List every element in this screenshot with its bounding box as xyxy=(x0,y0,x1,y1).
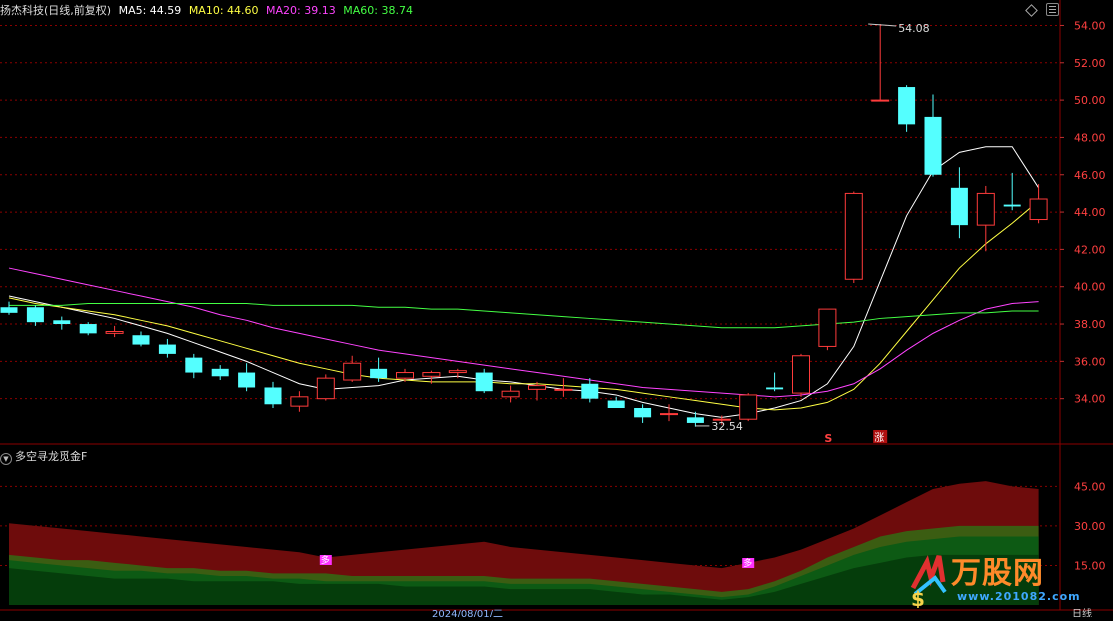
logo-url: www.201082.com xyxy=(957,590,1081,603)
menu-icon[interactable] xyxy=(1046,3,1059,16)
candle-body-up xyxy=(343,362,362,381)
ma5-label: MA5: 44.59 xyxy=(118,4,182,17)
ma20-label: MA20: 39.13 xyxy=(266,4,336,17)
candle-body-down xyxy=(581,383,599,399)
price-tick-label: 38.00 xyxy=(1074,318,1106,331)
candle-body-up xyxy=(871,99,890,102)
ma60-label: MA60: 38.74 xyxy=(343,4,413,17)
signal-zhang-marker: 涨 xyxy=(874,432,884,444)
price-tick-label: 54.00 xyxy=(1074,19,1106,32)
price-tick-label: 42.00 xyxy=(1074,243,1106,256)
candle-body-up xyxy=(660,413,678,416)
indicator-badge: 多 xyxy=(743,557,752,569)
candle-body-up xyxy=(501,390,520,398)
chart-stage[interactable]: 54.00 52.00 50.00 48.00 46.00 44.00 42.00 40.00… xyxy=(0,0,1113,620)
price-tick-label: 46.00 xyxy=(1074,169,1106,182)
candle-body-up xyxy=(844,192,863,280)
candle-body-up xyxy=(739,394,758,420)
footer-date: 2024/08/01/二 xyxy=(432,609,503,617)
candle-body-up xyxy=(1029,198,1048,221)
candle-body-up xyxy=(818,308,837,347)
candle-body-down xyxy=(0,307,18,313)
candle-body-up xyxy=(554,388,573,391)
ma10-label: MA10: 44.60 xyxy=(188,4,259,17)
high-label: 54.08 xyxy=(898,22,930,35)
candle-body-down xyxy=(898,87,916,125)
candle-body-down xyxy=(211,368,229,377)
candle-body-up xyxy=(105,331,124,334)
footer-period: 日线 xyxy=(1072,607,1092,617)
price-tick-label: 50.00 xyxy=(1074,94,1106,107)
candle-body-down xyxy=(79,324,97,334)
price-tick-label: 52.00 xyxy=(1074,57,1106,70)
signal-s-marker: S xyxy=(824,432,832,445)
indicator-name: 多空寻龙觅金F xyxy=(15,450,88,463)
price-chart-svg[interactable]: 54.00 52.00 50.00 48.00 46.00 44.00 42.00 40.00… xyxy=(0,0,1113,620)
candle-body-up xyxy=(316,377,335,400)
candle-body-down xyxy=(766,387,784,390)
watermark-logo: $ 万股网 www.201082.com xyxy=(905,548,1105,608)
indicator-header[interactable]: ▼ 多空寻龙觅金F xyxy=(0,448,87,465)
price-tick-label: 48.00 xyxy=(1074,131,1106,144)
candle-body-down xyxy=(475,372,493,392)
indicator-tick-label: 30.00 xyxy=(1074,520,1106,533)
candle-body-down xyxy=(53,320,71,325)
candle-body-down xyxy=(634,408,652,418)
price-tick-label: 34.00 xyxy=(1074,393,1106,406)
indicator-tick-label: 45.00 xyxy=(1074,480,1106,493)
candle-body-up xyxy=(290,396,309,407)
logo-text: 万股网 xyxy=(951,556,1044,591)
chart-header: 扬杰科技(日线,前复权) MA5: 44.59 MA10: 44.60 MA20… xyxy=(0,2,417,18)
low-label: 32.54 xyxy=(711,420,743,433)
candle-body-up xyxy=(422,372,441,377)
candle-body-up xyxy=(792,355,810,394)
candle-body-down xyxy=(950,187,968,226)
price-tick-label: 44.00 xyxy=(1074,206,1106,219)
svg-text:$: $ xyxy=(911,587,925,608)
candle-body-down xyxy=(607,400,625,409)
candle-body-down xyxy=(1003,204,1021,207)
candle-body-down xyxy=(924,116,942,175)
candle-body-down xyxy=(185,357,203,373)
candle-body-down xyxy=(370,368,388,379)
chevron-down-icon[interactable]: ▼ xyxy=(0,453,12,465)
indicator-badge: 多 xyxy=(321,554,330,566)
candle-body-up xyxy=(448,370,467,374)
candle-body-down xyxy=(686,417,704,423)
stock-title[interactable]: 扬杰科技(日线,前复权) xyxy=(0,4,111,17)
candle-body-up xyxy=(396,372,414,379)
candle-body-down xyxy=(264,387,282,405)
price-tick-label: 36.00 xyxy=(1074,355,1106,368)
candle-body-down xyxy=(158,344,176,354)
candle-body-up xyxy=(528,385,546,390)
bull-logo-icon: $ xyxy=(910,555,947,608)
candle-body-down xyxy=(26,307,44,323)
price-tick-label: 40.00 xyxy=(1074,281,1106,294)
candle-body-down xyxy=(132,335,150,345)
candle-body-down xyxy=(238,372,256,388)
candle-body-up xyxy=(976,192,995,226)
